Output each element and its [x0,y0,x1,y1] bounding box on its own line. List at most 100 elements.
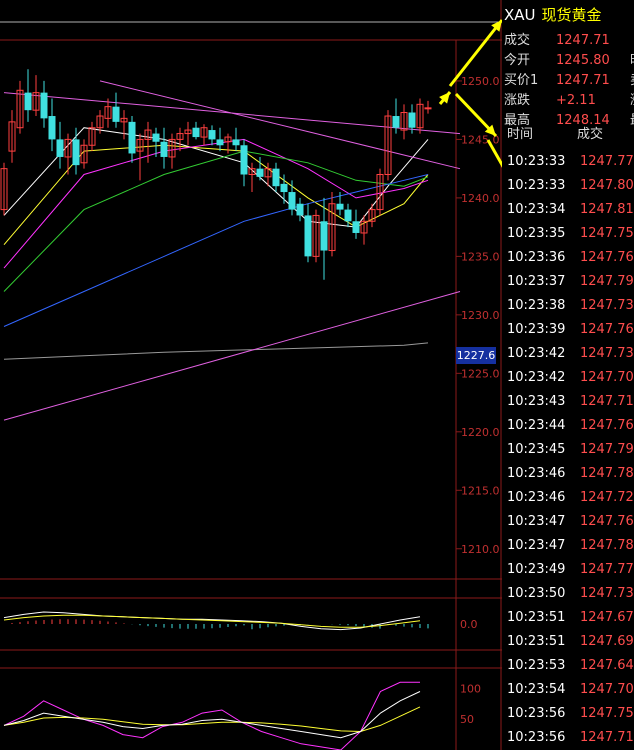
candle-body [48,116,56,140]
tick-row[interactable]: 10:23:47 1247.76 [502,510,634,534]
overlay-line [3,174,429,327]
tick-price: 1247.76 [580,322,634,337]
quote-row: 今开 1245.80 时 [502,51,634,71]
tick-time: 10:23:35 [507,226,566,241]
tick-row[interactable]: 10:23:34 1247.81 [502,198,634,222]
tick-time: 10:23:37 [507,274,566,289]
tick-time: 10:23:38 [507,298,566,313]
candle-body [24,92,32,111]
tick-price: 1247.73 [580,586,634,601]
tick-row[interactable]: 10:23:35 1247.75 [502,222,634,246]
tick-row[interactable]: 10:23:51 1247.67 [502,606,634,630]
tick-time: 10:23:46 [507,490,566,505]
kdj-tick-label: 100 [460,682,481,695]
tick-time: 10:23:51 [507,634,566,649]
tick-time: 10:23:46 [507,466,566,481]
tick-time: 10:23:43 [507,394,566,409]
tick-price: 1247.75 [580,226,634,241]
tick-row[interactable]: 10:23:33 1247.80 [502,174,634,198]
tick-row[interactable]: 10:23:36 1247.76 [502,246,634,270]
tick-row[interactable]: 10:23:38 1247.73 [502,294,634,318]
tick-row[interactable]: 10:23:46 1247.72 [502,486,634,510]
quote-panel: XAU 现货黄金 成交 1247.71 今开 1245.80 时买价1 1247.71 卖涨跌… [502,0,634,750]
tick-row[interactable]: 10:23:43 1247.71 [502,390,634,414]
tick-row[interactable]: 10:23:54 1247.70 [502,678,634,702]
tick-price: 1247.78 [580,466,634,481]
quote-value: 1245.80 [556,53,610,68]
y-tick-label: 1220.0 [461,426,500,439]
tick-time: 10:23:56 [507,706,566,721]
y-tick-label: 1225.0 [461,367,500,380]
candle-body [280,183,288,193]
candle-body [152,133,160,142]
tick-row[interactable]: 10:23:50 1247.73 [502,582,634,606]
quote-label: 今开 [504,53,531,68]
tick-time: 10:23:49 [507,562,566,577]
tick-price: 1247.76 [580,514,634,529]
tick-row[interactable]: 10:23:37 1247.79 [502,270,634,294]
overlay-line [3,291,461,421]
tick-row[interactable]: 10:23:39 1247.76 [502,318,634,342]
ticks-header-time: 时间 [507,127,534,142]
tick-row[interactable]: 10:23:51 1247.69 [502,630,634,654]
tick-row[interactable]: 10:23:42 1247.70 [502,366,634,390]
quote-label: 成交 [504,33,531,48]
tick-time: 10:23:54 [507,682,566,697]
quote-label: 涨跌 [504,93,531,108]
tick-price: 1247.77 [580,562,634,577]
tick-price: 1247.72 [580,490,634,505]
tick-price: 1247.71 [580,730,634,745]
tick-time: 10:23:33 [507,154,566,169]
tick-price: 1247.76 [580,250,634,265]
tick-time: 10:23:39 [507,322,566,337]
y-tick-label: 1235.0 [461,250,500,263]
ticks-header: 时间 成交 [502,124,634,146]
quote-header[interactable]: XAU 现货黄金 [502,0,634,30]
candle-body [40,92,48,119]
candle-body [272,168,280,187]
tick-price: 1247.73 [580,298,634,313]
y-tick-label: 1240.0 [461,192,500,205]
candle-body [128,121,136,154]
tick-time: 10:23:42 [507,370,566,385]
symbol-name: 现货黄金 [541,6,602,24]
tick-row[interactable]: 10:23:49 1247.77 [502,558,634,582]
tick-row[interactable]: 10:23:45 1247.79 [502,438,634,462]
tick-row[interactable]: 10:23:56 1247.75 [502,702,634,726]
macd-tick-label: 0.0 [460,618,478,631]
tick-row[interactable]: 10:23:46 1247.78 [502,462,634,486]
tick-price: 1247.78 [580,538,634,553]
overlay-line [3,342,429,360]
tick-price: 1247.75 [580,706,634,721]
candle-body [296,203,304,216]
kdj-tick-label: 50 [460,713,474,726]
y-tick-label: 1210.0 [461,543,500,556]
tick-row[interactable]: 10:23:42 1247.73 [502,342,634,366]
candle-body [424,107,432,110]
tick-time: 10:23:51 [507,610,566,625]
candle-body [336,203,344,210]
tick-price: 1247.77 [580,154,634,169]
quote-row: 买价1 1247.71 卖 [502,71,634,91]
candle-body [232,139,240,146]
tick-row[interactable]: 10:23:56 1247.71 [502,726,634,750]
tick-row[interactable]: 10:23:44 1247.76 [502,414,634,438]
tick-row[interactable]: 10:23:47 1247.78 [502,534,634,558]
tick-price: 1247.70 [580,370,634,385]
tick-time: 10:23:45 [507,442,566,457]
tick-time: 10:23:56 [507,730,566,745]
tick-price: 1247.71 [580,394,634,409]
quote-label: 买价1 [504,73,539,88]
tick-price: 1247.73 [580,346,634,361]
tick-row[interactable]: 10:23:53 1247.64 [502,654,634,678]
tick-time: 10:23:42 [507,346,566,361]
quote-extra: 涨 [630,91,634,111]
tick-row[interactable]: 10:23:33 1247.77 [502,150,634,174]
chart-canvas: 1250.01245.01240.01235.01230.01225.01220… [0,0,502,750]
y-tick-label: 1230.0 [461,309,500,322]
quote-value: 1247.71 [556,73,610,88]
candle-body [160,141,168,157]
tick-time: 10:23:47 [507,538,566,553]
candle-body [72,139,80,166]
candle-body [288,192,296,210]
